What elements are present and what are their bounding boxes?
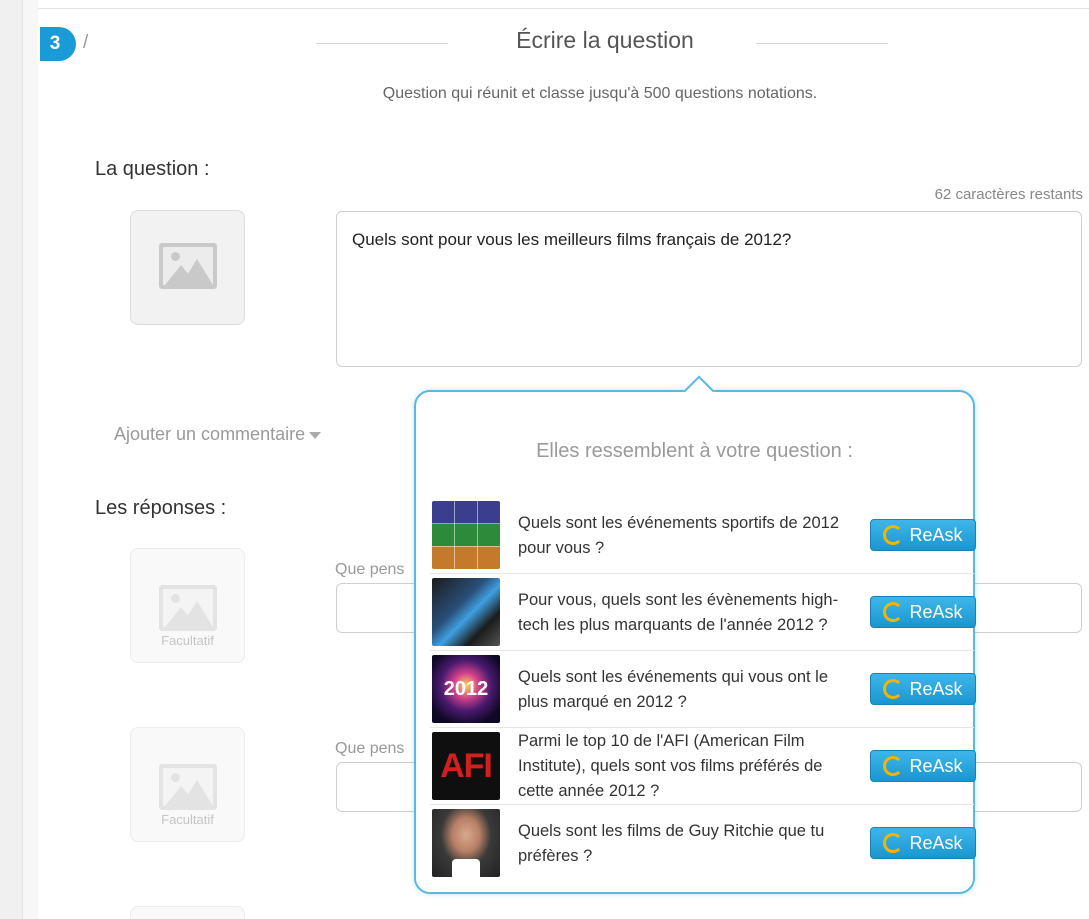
title-divider-left xyxy=(316,43,448,44)
sports-thumbnail xyxy=(432,501,500,569)
chars-remaining: 62 caractères restants xyxy=(934,186,1083,203)
reask-label: ReAsk xyxy=(909,755,963,776)
reask-icon xyxy=(883,525,904,545)
suggestion-text: Quels sont les films de Guy Ritchie que … xyxy=(518,821,825,865)
answer-3-image-upload[interactable] xyxy=(130,906,245,919)
reask-label: ReAsk xyxy=(909,678,963,699)
reask-label: ReAsk xyxy=(909,524,963,545)
question-image-upload[interactable] xyxy=(130,210,245,325)
similar-questions-popup: Elles ressemblent à votre question : Que… xyxy=(414,375,976,894)
top-border xyxy=(38,8,1089,9)
left-rail-inner xyxy=(22,0,38,919)
suggestion-item: AFI Parmi le top 10 de l'AFI (American F… xyxy=(430,728,976,805)
portrait-thumbnail xyxy=(432,809,500,877)
question-label: La question : xyxy=(95,158,210,180)
popup-arrow xyxy=(683,375,715,407)
suggestion-text: Parmi le top 10 de l'AFI (American Film … xyxy=(518,732,823,800)
section-subtitle: Question qui réunit et classe jusqu'à 50… xyxy=(382,85,818,102)
reask-icon xyxy=(883,833,904,853)
section-title: Écrire la question xyxy=(516,27,694,53)
answer-image-caption: Facultatif xyxy=(161,633,214,648)
suggestion-list: Quels sont les événements sportifs de 20… xyxy=(430,497,976,882)
answer-2-placeholder: Que pens xyxy=(335,740,405,757)
title-divider-right xyxy=(756,43,888,44)
image-placeholder-icon xyxy=(159,764,217,810)
afi-logo-thumbnail: AFI xyxy=(432,732,500,800)
reask-icon xyxy=(883,679,904,699)
reask-icon xyxy=(883,602,904,622)
tech-thumbnail xyxy=(432,578,500,646)
suggestion-item: Pour vous, quels sont les évènements hig… xyxy=(430,574,976,651)
reask-label: ReAsk xyxy=(909,832,963,853)
suggestion-text: Quels sont les événements sportifs de 20… xyxy=(518,513,840,557)
left-rail xyxy=(0,0,38,919)
suggestion-text: Quels sont les événements qui vous ont l… xyxy=(518,667,829,711)
add-comment-label: Ajouter un commentaire xyxy=(114,424,306,444)
answer-1-placeholder: Que pens xyxy=(335,561,405,578)
question-input[interactable] xyxy=(336,211,1082,367)
answer-2-image-upload[interactable]: Facultatif xyxy=(130,727,245,842)
reask-icon xyxy=(883,756,904,776)
image-placeholder-icon xyxy=(159,585,217,631)
reask-button[interactable]: ReAsk xyxy=(870,596,976,628)
suggestion-item: Quels sont les films de Guy Ritchie que … xyxy=(430,805,976,882)
suggestion-text: Pour vous, quels sont les évènements hig… xyxy=(518,590,839,634)
reask-button[interactable]: ReAsk xyxy=(870,750,976,782)
year-2012-thumbnail: 2012 xyxy=(432,655,500,723)
reask-button[interactable]: ReAsk xyxy=(870,827,976,859)
suggestion-item: Quels sont les événements sportifs de 20… xyxy=(430,497,976,574)
step-number-badge: 3 xyxy=(40,27,76,61)
add-comment-link[interactable]: Ajouter un commentaire xyxy=(114,424,322,445)
chevron-down-icon xyxy=(309,431,322,439)
popup-title: Elles ressemblent à votre question : xyxy=(536,440,853,462)
answers-label: Les réponses : xyxy=(95,497,227,519)
answer-1-image-upload[interactable]: Facultatif xyxy=(130,548,245,663)
suggestion-item: 2012 Quels sont les événements qui vous … xyxy=(430,651,976,728)
answer-image-caption: Facultatif xyxy=(161,812,214,827)
reask-button[interactable]: ReAsk xyxy=(870,519,976,551)
reask-button[interactable]: ReAsk xyxy=(870,673,976,705)
image-placeholder-icon xyxy=(159,243,217,289)
reask-label: ReAsk xyxy=(909,601,963,622)
step-separator: / xyxy=(83,32,89,53)
